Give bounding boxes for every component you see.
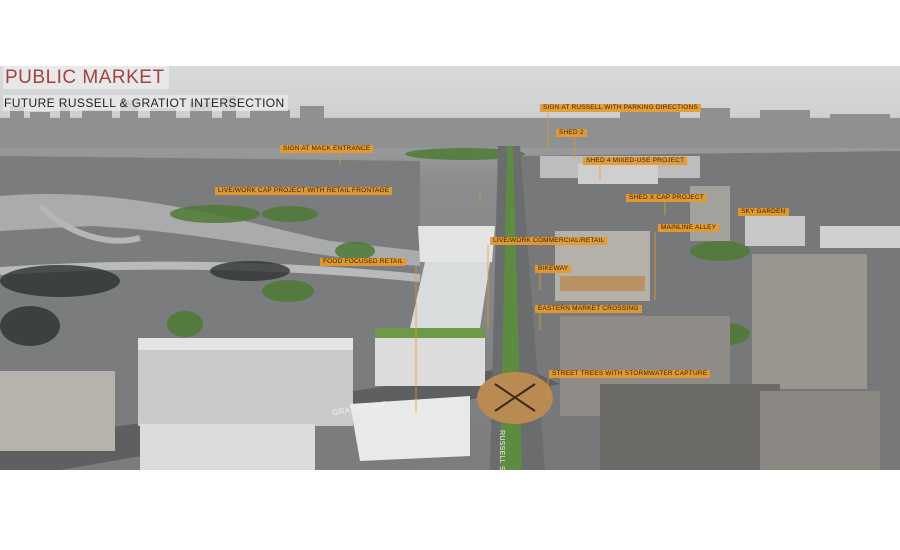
callout-live-work-retail-frontage: LIVE/WORK CAP PROJECT WITH RETAIL FRONTA… [215, 187, 393, 195]
callout-shed-4: SHED 4 MIXED-USE PROJECT [583, 157, 688, 165]
callout-bikeway: BIKEWAY [535, 265, 572, 273]
callout-eastern-market-crossing: EASTERN MARKET CROSSING [535, 305, 642, 313]
aerial-scene-drawing [0, 96, 900, 470]
street-label-russell: RUSSELL ST [498, 430, 505, 476]
page-subtitle: FUTURE RUSSELL & GRATIOT INTERSECTION [3, 95, 288, 111]
apartment-block [138, 338, 353, 426]
callout-sign-russell: SIGN AT RUSSELL WITH PARKING DIRECTIONS [540, 104, 701, 112]
callout-live-work-commercial: LIVE/WORK COMMERCIAL/RETAIL [490, 237, 608, 245]
callout-sign-mack: SIGN AT MACK ENTRANCE [280, 145, 374, 153]
callout-sky-garden: SKY GARDEN [738, 208, 789, 216]
page-title: PUBLIC MARKET [3, 66, 169, 89]
greenhouse-roof [410, 262, 490, 328]
market-shed-roof [418, 226, 495, 262]
aerial-rendering [0, 66, 900, 470]
church-roof [600, 384, 780, 470]
tall-apartment [752, 254, 867, 389]
callout-street-trees: STREET TREES WITH STORMWATER CAPTURE [549, 370, 711, 378]
callout-mainline-alley: MAINLINE ALLEY [658, 224, 720, 232]
callout-shed-x: SHED X CAP PROJECT [626, 194, 707, 202]
brick-building [0, 371, 115, 451]
callout-food-retail: FOOD FOCUSED RETAIL [320, 258, 407, 266]
callout-shed-2: SHED 2 [556, 129, 587, 137]
